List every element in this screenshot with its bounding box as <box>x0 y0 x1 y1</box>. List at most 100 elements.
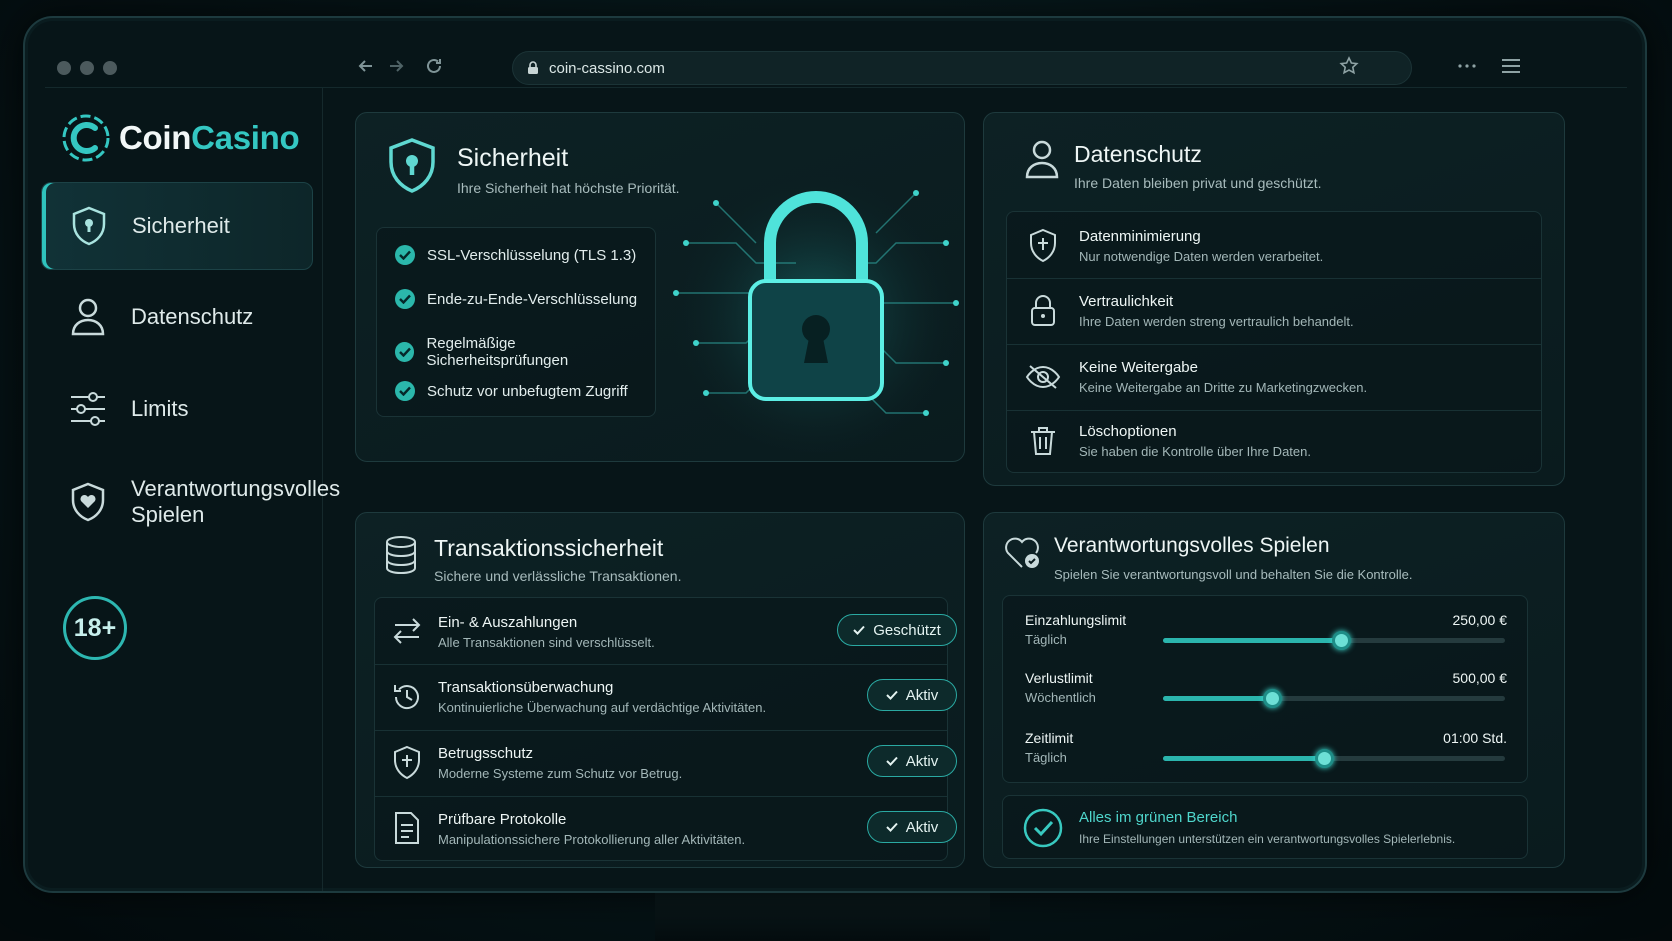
trash-icon <box>1031 427 1055 455</box>
privacy-list: Datenminimierung Nur notwendige Daten we… <box>1006 211 1542 473</box>
badge-label: Aktiv <box>905 752 939 770</box>
limit-label: Einzahlungslimit <box>1025 612 1127 628</box>
feature-item: Ende-zu-Ende-Verschlüsselung <box>395 289 637 309</box>
card-title: Sicherheit <box>457 144 569 172</box>
lock-icon <box>1031 295 1055 326</box>
shield-icon <box>1030 228 1056 263</box>
status-badge[interactable]: Aktiv <box>867 679 957 711</box>
menu-icon[interactable] <box>1497 52 1525 80</box>
card-subtitle: Ihre Sicherheit hat höchste Priorität. <box>457 180 680 196</box>
slider-fill <box>1163 696 1273 701</box>
limit-row: Zeitlimit Täglich 01:00 Std. <box>1003 720 1527 782</box>
feature-label: SSL-Verschlüsselung (TLS 1.3) <box>427 246 637 264</box>
item-description: Manipulationssichere Protokollierung all… <box>438 832 746 847</box>
status-badge[interactable]: Aktiv <box>867 745 957 777</box>
circuit-lock-illustration <box>666 153 964 453</box>
sidebar-item-label: Verantwortungsvolles Spielen <box>131 475 341 527</box>
card-title: Datenschutz <box>1074 141 1202 167</box>
limit-value: 500,00 € <box>1452 670 1508 686</box>
slider-fill <box>1163 638 1341 643</box>
check-icon <box>886 822 898 832</box>
item-title: Löschoptionen <box>1079 423 1177 440</box>
logo[interactable]: CoinCasino <box>61 112 300 164</box>
database-icon <box>386 536 416 575</box>
status-title: Alles im grünen Bereich <box>1079 809 1238 826</box>
age-badge: 18+ <box>63 596 127 660</box>
address-bar[interactable]: coin-cassino.com <box>512 51 1412 85</box>
window-dot[interactable] <box>57 61 71 75</box>
limit-slider[interactable] <box>1163 689 1505 708</box>
list-item: Ein- & Auszahlungen Alle Transaktionen s… <box>375 598 957 664</box>
sidebar-item-sicherheit[interactable]: Sicherheit <box>41 182 313 270</box>
more-icon[interactable] <box>1453 52 1481 80</box>
star-icon[interactable] <box>1335 52 1363 80</box>
back-icon[interactable] <box>352 52 380 80</box>
item-description: Moderne Systeme zum Schutz vor Betrug. <box>438 766 683 781</box>
status-badge[interactable]: Aktiv <box>867 811 957 843</box>
coin-logo-icon <box>62 114 110 162</box>
check-icon <box>395 381 415 401</box>
item-description: Nur notwendige Daten werden verarbeitet. <box>1079 249 1324 264</box>
reload-icon[interactable] <box>420 52 448 80</box>
check-icon <box>853 625 865 635</box>
monitor-frame: coin-cassino.com CoinCasino Sicherheit D… <box>23 16 1647 893</box>
check-icon <box>886 756 898 766</box>
feature-list: SSL-Verschlüsselung (TLS 1.3) Ende-zu-En… <box>376 227 656 417</box>
item-title: Keine Weitergabe <box>1079 359 1198 376</box>
feature-item: SSL-Verschlüsselung (TLS 1.3) <box>395 245 636 265</box>
feature-label: Regelmäßige Sicherheitsprüfungen <box>426 335 569 369</box>
item-description: Sie haben die Kontrolle über Ihre Daten. <box>1079 444 1311 459</box>
privacy-card: Datenschutz Ihre Daten bleiben privat un… <box>983 112 1565 486</box>
sliders-icon <box>71 392 105 426</box>
limit-row: Verlustlimit Wöchentlich 500,00 € <box>1003 658 1527 720</box>
slider-thumb[interactable] <box>1331 631 1351 650</box>
sidebar-item-datenschutz[interactable]: Datenschutz <box>41 273 313 361</box>
item-title: Prüfbare Protokolle <box>438 811 567 828</box>
transfer-icon <box>393 618 421 644</box>
shield-heart-icon <box>71 482 105 522</box>
sidebar-item-label: Sicherheit <box>132 212 230 238</box>
limit-row: Einzahlungslimit Täglich 250,00 € <box>1003 596 1527 658</box>
url-text: coin-cassino.com <box>549 59 665 77</box>
forward-icon[interactable] <box>382 52 410 80</box>
user-icon <box>1025 140 1059 179</box>
heart-shield-icon <box>1005 537 1039 568</box>
responsible-gaming-card: Verantwortungsvolles Spielen Spielen Sie… <box>983 512 1565 868</box>
item-description: Alle Transaktionen sind verschlüsselt. <box>438 635 655 650</box>
limit-period: Täglich <box>1025 632 1067 647</box>
history-icon <box>394 685 419 709</box>
limits-panel: Einzahlungslimit Täglich 250,00 € Verlus… <box>1002 595 1528 783</box>
item-description: Keine Weitergabe an Dritte zu Marketingz… <box>1079 380 1368 395</box>
limit-value: 250,00 € <box>1452 612 1508 628</box>
limit-slider[interactable] <box>1163 749 1505 768</box>
status-badge[interactable]: Geschützt <box>837 614 957 646</box>
shield-icon <box>389 138 435 193</box>
sidebar-item-verantwortungsvolles-spielen[interactable]: Verantwortungsvolles Spielen <box>41 458 341 546</box>
item-title: Datenminimierung <box>1079 228 1201 245</box>
slider-thumb[interactable] <box>1314 749 1334 768</box>
check-icon <box>395 245 415 265</box>
item-description: Ihre Daten werden streng vertraulich beh… <box>1079 314 1354 329</box>
sidebar-item-limits[interactable]: Limits <box>41 365 313 453</box>
status-panel: Alles im grünen Bereich Ihre Einstellung… <box>1002 795 1528 859</box>
shield-icon <box>394 745 420 780</box>
card-subtitle: Sichere und verlässliche Transaktionen. <box>434 568 682 584</box>
limit-period: Täglich <box>1025 750 1067 765</box>
transactions-list: Ein- & Auszahlungen Alle Transaktionen s… <box>374 597 957 861</box>
sidebar-item-label: Limits <box>131 395 189 421</box>
list-item: Betrugsschutz Moderne Systeme zum Schutz… <box>375 730 957 796</box>
window-dot[interactable] <box>103 61 117 75</box>
window-dot[interactable] <box>80 61 94 75</box>
card-subtitle: Spielen Sie verantwortungsvoll und behal… <box>1054 567 1413 582</box>
slider-thumb[interactable] <box>1263 689 1283 708</box>
browser-toolbar: coin-cassino.com <box>45 32 1627 88</box>
list-item: Datenminimierung Nur notwendige Daten we… <box>1007 212 1541 278</box>
limit-period: Wöchentlich <box>1025 690 1096 705</box>
feature-label: Ende-zu-Ende-Verschlüsselung <box>427 290 638 308</box>
list-item: Transaktionsüberwachung Kontinuierliche … <box>375 664 957 730</box>
status-description: Ihre Einstellungen unterstützen ein vera… <box>1079 832 1456 846</box>
slider-fill <box>1163 756 1324 761</box>
feature-label: Schutz vor unbefugtem Zugriff <box>427 382 628 400</box>
limit-slider[interactable] <box>1163 631 1505 650</box>
limit-label: Zeitlimit <box>1025 730 1074 746</box>
